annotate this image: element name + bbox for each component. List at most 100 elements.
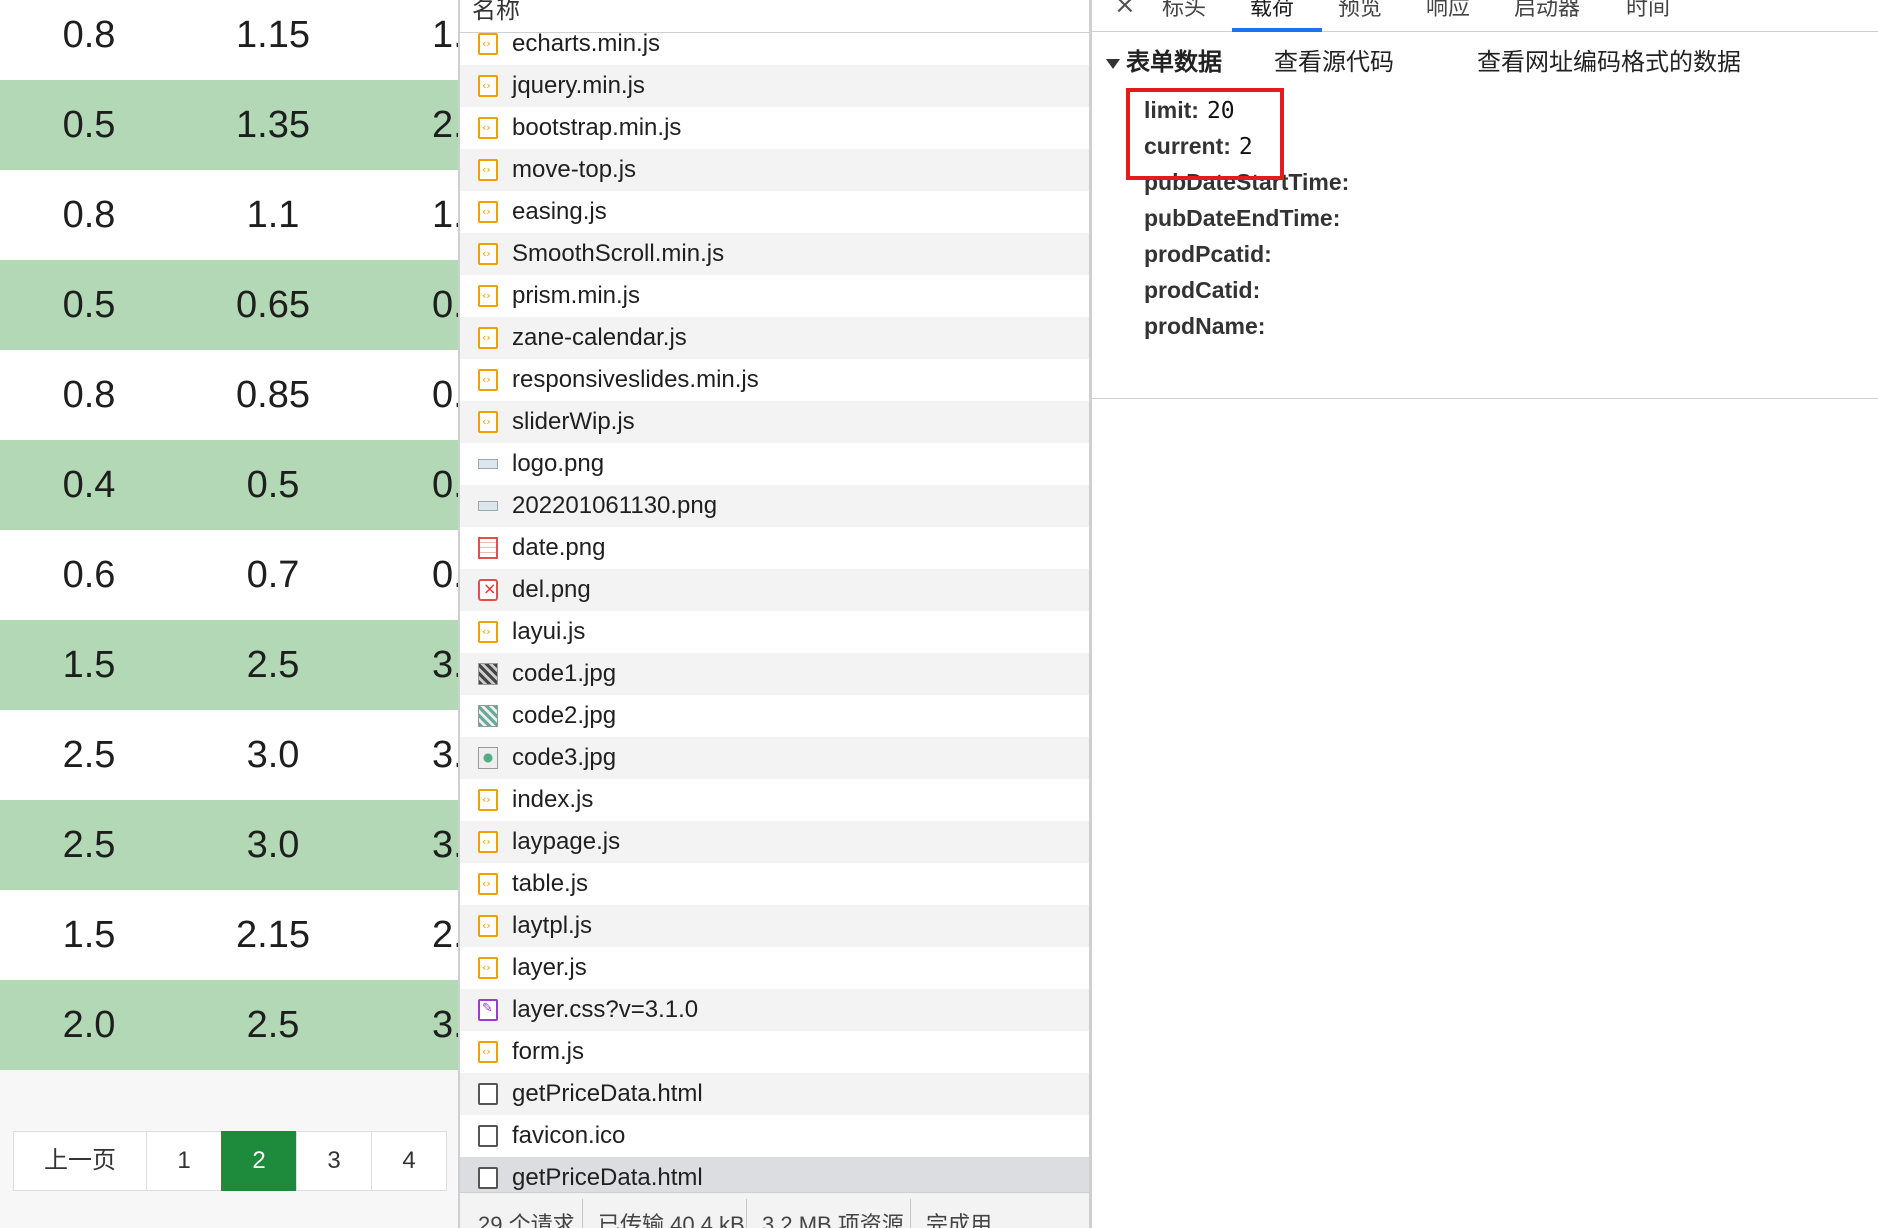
page-button-4[interactable]: 4: [371, 1131, 447, 1191]
name-column-label: 名称: [472, 0, 520, 24]
table-row: 2.5 3.0 3.: [0, 710, 458, 800]
table-cell: 3.0: [246, 734, 300, 776]
request-name: prism.min.js: [512, 282, 641, 309]
request-row[interactable]: 202201061130.png: [460, 485, 1089, 527]
request-row[interactable]: index.js: [460, 779, 1089, 821]
table-cell: 0.5: [62, 284, 116, 326]
payload-panel: × 标头 载荷 预览 响应 启动器 时间 表单数据 查看源代码 查看网址编码格式…: [1092, 0, 1878, 1228]
request-row[interactable]: getPriceData.html: [460, 1073, 1089, 1115]
form-data-title[interactable]: 表单数据: [1126, 46, 1222, 80]
calendar-image-icon: [478, 537, 498, 559]
request-name: table.js: [512, 870, 589, 897]
page-button-3[interactable]: 3: [296, 1131, 372, 1191]
request-row[interactable]: code1.jpg: [460, 653, 1089, 695]
request-name: index.js: [512, 786, 594, 813]
param-key: prodCatid:: [1144, 277, 1261, 303]
request-row[interactable]: code3.jpg: [460, 737, 1089, 779]
highlight-annotation-box: [1126, 88, 1284, 180]
request-row[interactable]: favicon.ico: [460, 1115, 1089, 1157]
table-cell: 1.1: [246, 194, 300, 236]
expand-triangle-icon[interactable]: [1106, 59, 1120, 69]
request-name: logo.png: [512, 450, 605, 477]
request-row[interactable]: laytpl.js: [460, 905, 1089, 947]
table-cell: 0.8: [62, 194, 116, 236]
request-name: form.js: [512, 1038, 584, 1065]
request-row[interactable]: table.js: [460, 863, 1089, 905]
request-row[interactable]: bootstrap.min.js: [460, 107, 1089, 149]
finish-time: 完成用: [926, 1212, 993, 1228]
script-file-icon: [478, 369, 498, 391]
request-row[interactable]: prism.min.js: [460, 275, 1089, 317]
table-cell: 0.4: [62, 464, 116, 506]
image-file-icon: [478, 501, 498, 511]
table-cell: 1.5: [62, 914, 116, 956]
request-row[interactable]: form.js: [460, 1031, 1089, 1073]
script-file-icon: [478, 201, 498, 223]
request-name: layui.js: [512, 618, 586, 645]
table-cell: 2.5: [246, 644, 300, 686]
table-cell: 0.8: [62, 14, 116, 56]
request-row[interactable]: layer.css?v=3.1.0: [460, 989, 1089, 1031]
request-row[interactable]: SmoothScroll.min.js: [460, 233, 1089, 275]
request-row[interactable]: code2.jpg: [460, 695, 1089, 737]
script-file-icon: [478, 957, 498, 979]
script-file-icon: [478, 327, 498, 349]
name-column-header[interactable]: 名称: [460, 0, 1089, 33]
table-cell: 3.: [432, 644, 458, 686]
view-url-encoded-link[interactable]: 查看网址编码格式的数据: [1477, 46, 1741, 80]
script-file-icon: [478, 117, 498, 139]
payload-divider: [1092, 398, 1878, 399]
tab-preview[interactable]: 预览: [1338, 0, 1382, 22]
document-file-icon: [478, 1083, 498, 1105]
request-name: zane-calendar.js: [512, 324, 687, 351]
table-cell: 1.5: [62, 644, 116, 686]
script-file-icon: [478, 873, 498, 895]
status-divider: [910, 1199, 911, 1228]
price-table-panel: 0.81.151.0.51.352.0.81.11.0.50.650.0.80.…: [0, 0, 458, 1228]
table-cell: 0.8: [62, 374, 116, 416]
request-name: laypage.js: [512, 828, 621, 855]
request-name: responsiveslides.min.js: [512, 366, 759, 393]
request-row[interactable]: easing.js: [460, 191, 1089, 233]
table-cell: 0.: [432, 374, 458, 416]
request-name: code3.jpg: [512, 744, 617, 771]
request-row[interactable]: layui.js: [460, 611, 1089, 653]
page-button-2-current[interactable]: 2: [221, 1131, 297, 1191]
table-cell: 1.35: [236, 104, 310, 146]
request-row[interactable]: sliderWip.js: [460, 401, 1089, 443]
tab-timing[interactable]: 时间: [1626, 0, 1670, 22]
param-key: pubDateEndTime:: [1144, 205, 1341, 231]
request-row[interactable]: date.png: [460, 527, 1089, 569]
request-row[interactable]: jquery.min.js: [460, 65, 1089, 107]
tab-response[interactable]: 响应: [1426, 0, 1470, 22]
request-name: layer.js: [512, 954, 587, 981]
request-name: bootstrap.min.js: [512, 114, 682, 141]
table-row: 2.0 2.5 3.: [0, 980, 458, 1070]
request-name: del.png: [512, 576, 591, 603]
transferred-size: 已传输 40.4 kB: [598, 1212, 745, 1228]
request-name: code2.jpg: [512, 702, 617, 729]
request-row[interactable]: layer.js: [460, 947, 1089, 989]
request-row[interactable]: laypage.js: [460, 821, 1089, 863]
tab-payload[interactable]: 载荷: [1250, 0, 1294, 22]
tab-headers[interactable]: 标头: [1162, 0, 1206, 22]
param-key: prodName:: [1144, 313, 1266, 339]
status-divider: [582, 1199, 583, 1228]
view-source-link[interactable]: 查看源代码: [1274, 46, 1394, 80]
table-cell: 1.15: [236, 14, 310, 56]
page-button-1[interactable]: 1: [146, 1131, 222, 1191]
tab-initiator[interactable]: 启动器: [1514, 0, 1580, 22]
request-row[interactable]: move-top.js: [460, 149, 1089, 191]
table-cell: 0.: [432, 284, 458, 326]
close-icon[interactable]: ×: [1114, 0, 1136, 20]
form-param-row: prodPcatid:: [1144, 236, 1280, 272]
request-row[interactable]: del.png: [460, 569, 1089, 611]
request-row[interactable]: logo.png: [460, 443, 1089, 485]
prev-page-button[interactable]: 上一页: [13, 1131, 147, 1191]
request-row[interactable]: zane-calendar.js: [460, 317, 1089, 359]
table-cell: 2.: [432, 104, 458, 146]
qr-image-icon: [478, 705, 498, 727]
script-file-icon: [478, 243, 498, 265]
table-cell: 0.85: [236, 374, 310, 416]
request-row[interactable]: responsiveslides.min.js: [460, 359, 1089, 401]
